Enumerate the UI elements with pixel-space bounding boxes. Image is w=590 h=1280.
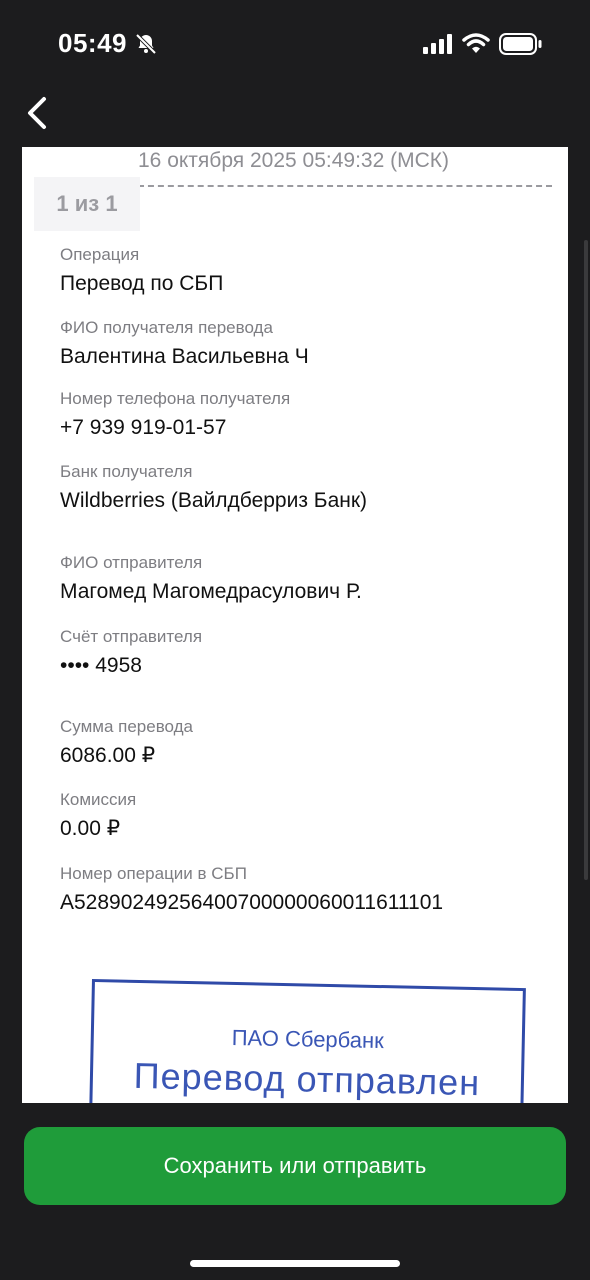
field-sbp-operation-number: Номер операции в СБП A528902492564007000… — [60, 864, 443, 916]
field-value: Валентина Васильевна Ч — [60, 345, 309, 368]
dashed-divider — [138, 185, 552, 187]
wifi-icon — [462, 33, 490, 53]
field-label: ФИО получателя перевода — [60, 318, 273, 337]
field-label: Сумма перевода — [60, 717, 194, 736]
page-counter: 1 из 1 — [34, 177, 140, 231]
field-label: Номер телефона получателя — [60, 389, 291, 408]
field-label: Комиссия — [60, 790, 137, 809]
stamp-org: ПАО Сбербанк — [231, 1024, 385, 1054]
scrollbar[interactable] — [584, 240, 588, 880]
field-recipient-bank: Банк получателя Wildberries (Вайлдберриз… — [60, 462, 367, 514]
cellular-signal-icon — [423, 34, 452, 54]
bell-slash-icon — [135, 33, 157, 55]
status-bar: 05:49 — [0, 0, 590, 90]
field-transfer-amount: Сумма перевода 6086.00 ₽ — [60, 717, 193, 769]
receipt-datetime: 16 октября 2025 05:49:32 (МСК) — [138, 149, 449, 172]
field-label: ФИО отправителя — [60, 553, 203, 572]
field-sender-name: ФИО отправителя Магомед Магомедрасулович… — [60, 553, 362, 605]
field-value: 0.00 ₽ — [60, 817, 121, 840]
field-label: Банк получателя — [60, 462, 193, 481]
bank-stamp: ПАО Сбербанк Перевод отправлен — [88, 979, 526, 1103]
field-value: •••• 4958 — [60, 654, 142, 677]
field-recipient-phone: Номер телефона получателя +7 939 919-01-… — [60, 389, 290, 441]
field-operation: Операция Перевод по СБП — [60, 245, 223, 297]
field-value: Магомед Магомедрасулович Р. — [60, 580, 362, 603]
bottom-action-bar: Сохранить или отправить — [0, 1103, 590, 1280]
field-commission: Комиссия 0.00 ₽ — [60, 790, 136, 842]
receipt-card: 16 октября 2025 05:49:32 (МСК) 1 из 1 Оп… — [22, 147, 568, 1103]
battery-icon — [499, 33, 542, 55]
field-value: Wildberries (Вайлдберриз Банк) — [60, 489, 368, 512]
field-value: Перевод по СБП — [60, 272, 224, 295]
stamp-message: Перевод отправлен — [133, 1054, 481, 1103]
field-value: +7 939 919-01-57 — [60, 416, 227, 439]
save-or-share-button[interactable]: Сохранить или отправить — [24, 1127, 566, 1205]
status-time: 05:49 — [58, 28, 127, 58]
field-value: A52890249256400700000060011611101 — [60, 891, 444, 914]
field-sender-account: Счёт отправителя •••• 4958 — [60, 627, 202, 679]
back-chevron-icon[interactable] — [22, 95, 52, 131]
field-label: Операция — [60, 245, 140, 264]
field-recipient-name: ФИО получателя перевода Валентина Василь… — [60, 318, 309, 370]
field-label: Номер операции в СБП — [60, 864, 247, 883]
home-indicator — [190, 1260, 400, 1267]
field-label: Счёт отправителя — [60, 627, 203, 646]
field-value: 6086.00 ₽ — [60, 744, 156, 767]
